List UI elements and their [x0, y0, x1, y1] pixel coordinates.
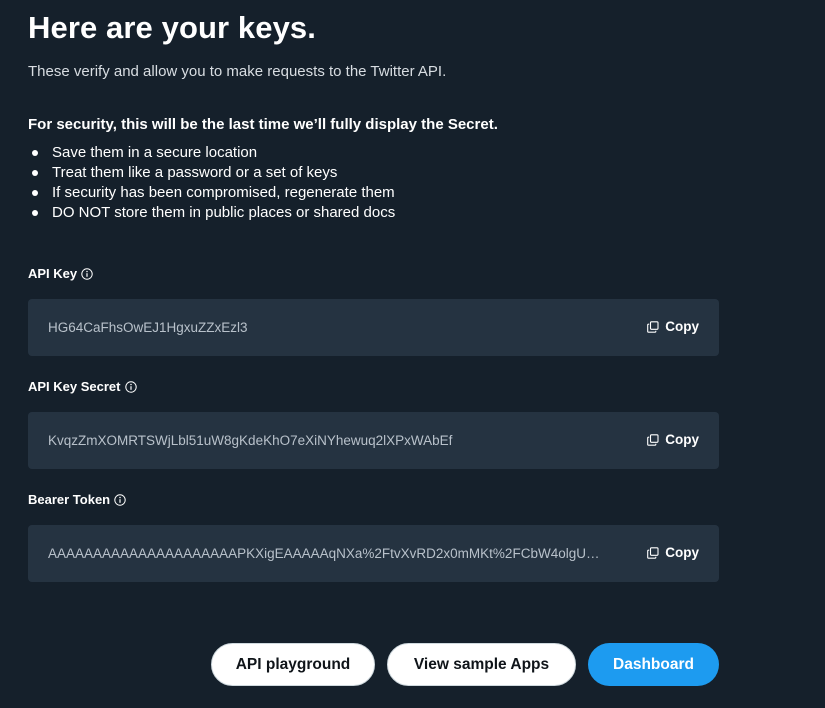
bullet-icon — [32, 150, 38, 156]
copy-label: Copy — [665, 432, 699, 447]
bearer-token-value[interactable]: AAAAAAAAAAAAAAAAAAAAAPKXigEAAAAAqNXa%2Ft… — [48, 545, 623, 562]
copy-icon — [647, 320, 659, 333]
api-key-secret-label-text: API Key Secret — [28, 379, 121, 394]
tip-text: DO NOT store them in public places or sh… — [52, 204, 396, 221]
copy-label: Copy — [665, 545, 699, 560]
bearer-token-label-text: Bearer Token — [28, 492, 111, 507]
page-title: Here are your keys. — [28, 10, 316, 45]
security-heading: For security, this will be the last time… — [28, 116, 498, 133]
page-subtitle: These verify and allow you to make reque… — [28, 63, 447, 80]
api-key-label-text: API Key — [28, 266, 78, 281]
copy-bearer-token-button[interactable]: Copy — [647, 544, 699, 561]
list-item: If security has been compromised, regene… — [28, 183, 395, 203]
copy-icon — [647, 546, 659, 559]
security-tips-list: Save them in a secure location Treat the… — [28, 143, 395, 223]
api-playground-button[interactable]: API playground — [211, 643, 375, 686]
list-item: Save them in a secure location — [28, 143, 395, 163]
bearer-token-field: AAAAAAAAAAAAAAAAAAAAAPKXigEAAAAAqNXa%2Ft… — [28, 525, 719, 582]
view-sample-apps-button[interactable]: View sample Apps — [387, 643, 576, 686]
api-key-field: HG64CaFhsOwEJ1HgxuZZxEzl3 Copy — [28, 299, 719, 356]
copy-icon — [647, 433, 659, 446]
copy-api-key-button[interactable]: Copy — [647, 318, 699, 335]
api-key-secret-value[interactable]: KvqzZmXOMRTSWjLbl51uW8gKdeKhO7eXiNYhewuq… — [48, 432, 623, 449]
api-key-secret-field: KvqzZmXOMRTSWjLbl51uW8gKdeKhO7eXiNYhewuq… — [28, 412, 719, 469]
copy-api-key-secret-button[interactable]: Copy — [647, 431, 699, 448]
api-key-secret-label: API Key Secret — [28, 379, 137, 395]
bearer-token-label: Bearer Token — [28, 492, 126, 508]
bullet-icon — [32, 210, 38, 216]
info-icon[interactable] — [124, 381, 137, 393]
tip-text: If security has been compromised, regene… — [52, 184, 395, 201]
list-item: DO NOT store them in public places or sh… — [28, 203, 395, 223]
info-icon[interactable] — [81, 268, 93, 280]
dashboard-button[interactable]: Dashboard — [588, 643, 719, 686]
api-key-label: API Key — [28, 266, 93, 282]
bullet-icon — [32, 170, 38, 176]
info-icon[interactable] — [114, 494, 126, 506]
tip-text: Treat them like a password or a set of k… — [52, 164, 338, 181]
copy-label: Copy — [665, 319, 699, 334]
bullet-icon — [32, 190, 38, 196]
api-key-value[interactable]: HG64CaFhsOwEJ1HgxuZZxEzl3 — [48, 319, 623, 336]
tip-text: Save them in a secure location — [52, 144, 258, 161]
list-item: Treat them like a password or a set of k… — [28, 163, 395, 183]
